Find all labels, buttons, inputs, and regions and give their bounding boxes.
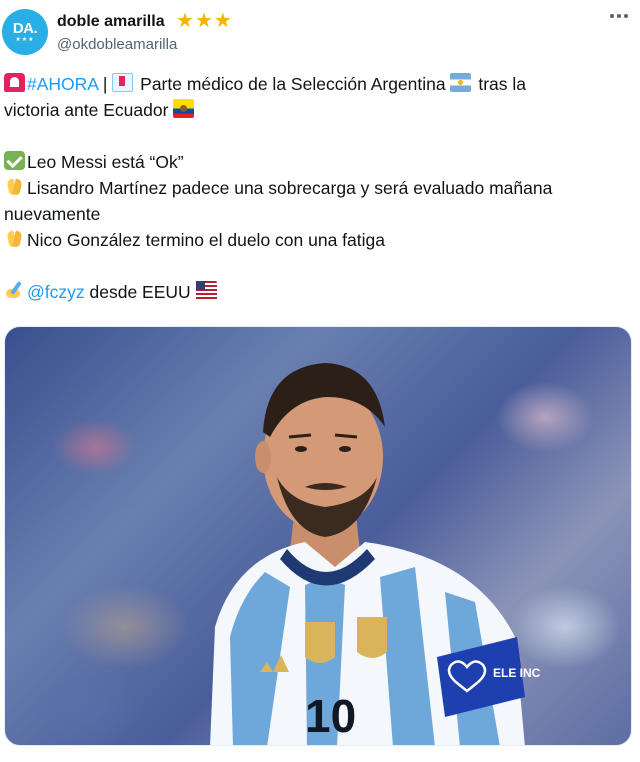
tweet-line: nuevamente bbox=[4, 201, 632, 227]
usa-flag-icon bbox=[195, 281, 217, 300]
user-handle[interactable]: @okdobleamarilla bbox=[57, 35, 177, 55]
tweet-line: #AHORA | Parte médico de la Selección Ar… bbox=[4, 71, 632, 97]
jersey-number: 10 bbox=[305, 690, 356, 742]
more-options-icon[interactable] bbox=[608, 8, 630, 24]
tweet-text-segment: Parte médico de la Selección Argentina bbox=[135, 74, 451, 94]
folded-hands-icon bbox=[4, 229, 25, 248]
avatar[interactable]: DA. ★★★ bbox=[2, 9, 48, 55]
tweet-line: Leo Messi está “Ok” bbox=[4, 149, 632, 175]
folded-hands-icon bbox=[4, 177, 25, 196]
tweet-text-segment: Lisandro Martínez padece una sobrecarga … bbox=[27, 178, 553, 198]
star-icon: ★ bbox=[213, 10, 232, 32]
star-badges: ★ ★ ★ bbox=[176, 10, 232, 32]
tweet-text-segment: tras la bbox=[473, 74, 527, 94]
check-mark-icon bbox=[4, 151, 25, 170]
writing-hand-icon bbox=[4, 281, 25, 300]
avatar-logo-stars: ★★★ bbox=[15, 36, 35, 43]
rotating-light-icon bbox=[4, 73, 25, 92]
display-name[interactable]: doble amarilla bbox=[57, 12, 165, 32]
argentina-flag-icon bbox=[450, 73, 472, 92]
mention-link[interactable]: @fczyz bbox=[27, 282, 85, 302]
tweet-text-segment: Nico González termino el duelo con una f… bbox=[27, 230, 385, 250]
tweet-text-segment: victoria ante Ecuador bbox=[4, 100, 174, 120]
tweet-header: DA. ★★★ doble amarilla ★ ★ ★ @okdobleama… bbox=[0, 0, 640, 64]
tweet-text-segment: Leo Messi está “Ok” bbox=[27, 152, 184, 172]
star-icon: ★ bbox=[194, 10, 213, 32]
tweet-text-segment: nuevamente bbox=[4, 204, 101, 224]
tweet-line: victoria ante Ecuador bbox=[4, 97, 632, 123]
hashtag-link[interactable]: #AHORA bbox=[27, 74, 98, 94]
tweet-photo[interactable]: 10 ELE INC bbox=[4, 326, 632, 746]
tweet-line: @fczyz desde EEUU bbox=[4, 279, 632, 305]
tweet-line: Lisandro Martínez padece una sobrecarga … bbox=[4, 175, 632, 201]
tweet-line: Nico González termino el duelo con una f… bbox=[4, 227, 632, 253]
avatar-logo-text: DA. bbox=[12, 19, 38, 37]
star-icon: ★ bbox=[176, 10, 194, 32]
hospital-icon bbox=[112, 73, 134, 92]
tweet-text-segment: desde EEUU bbox=[84, 282, 196, 302]
tweet-text: #AHORA | Parte médico de la Selección Ar… bbox=[4, 71, 632, 305]
armband-text: ELE INC bbox=[493, 666, 541, 680]
separator-text: | bbox=[98, 74, 113, 94]
player-illustration: 10 ELE INC bbox=[210, 363, 541, 745]
ecuador-flag-icon bbox=[173, 99, 195, 118]
